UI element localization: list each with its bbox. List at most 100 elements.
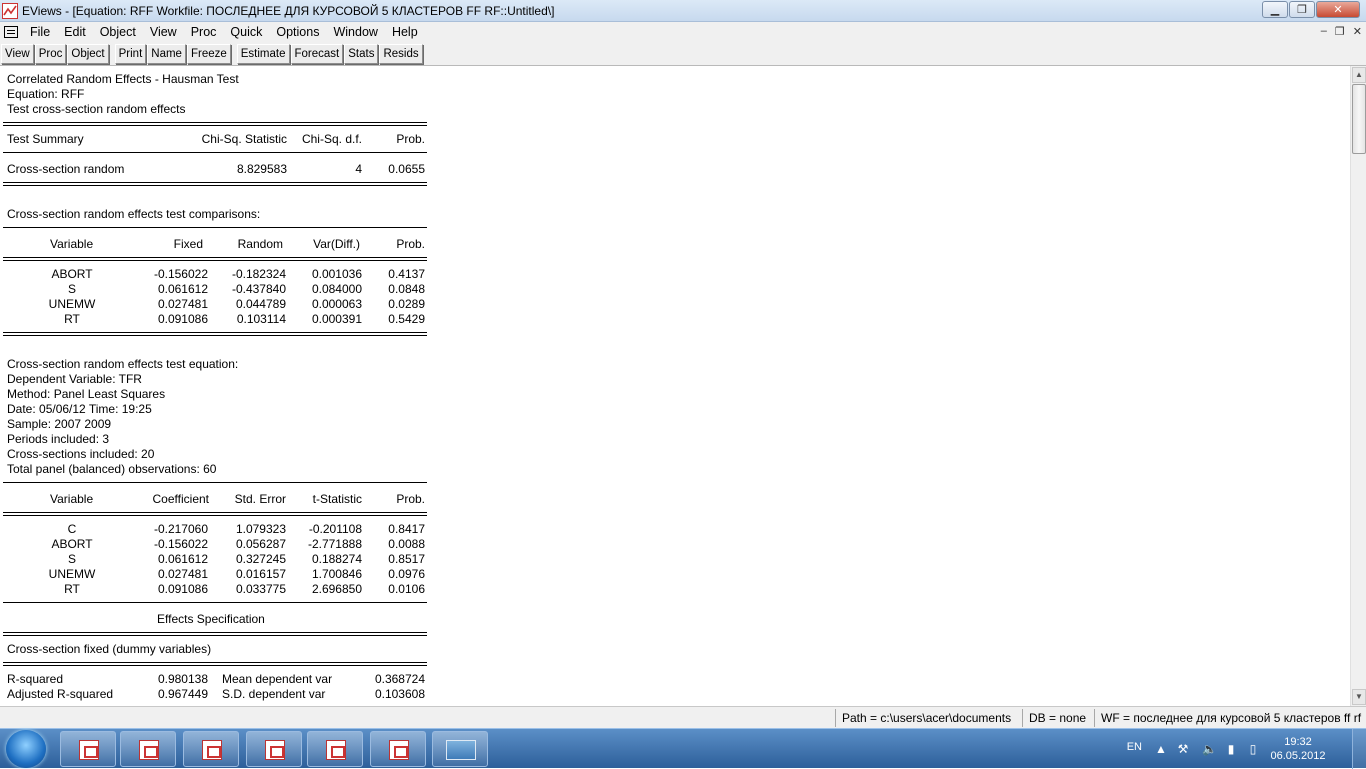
scroll-thumb[interactable]	[1352, 84, 1366, 154]
windows-taskbar: EN ▲ ⚒ 🔈 ▮ ▯ 19:32 06.05.2012	[0, 728, 1366, 769]
table-rule	[3, 227, 427, 228]
vertical-scrollbar[interactable]: ▲ ▼	[1350, 66, 1366, 706]
coefficients-row: C -0.217060 1.079323 -0.201108 0.8417	[67, 522, 425, 536]
menu-help[interactable]: Help	[386, 25, 426, 39]
table-rule	[3, 632, 427, 636]
status-workfile: WF = последнее для курсовой 5 кластеров …	[1094, 709, 1361, 727]
forecast-button[interactable]: Forecast	[290, 43, 344, 64]
print-button[interactable]: Print	[114, 43, 147, 64]
resids-button[interactable]: Resids	[379, 43, 423, 64]
comparisons-row: RT 0.091086 0.103114 0.000391 0.5429	[64, 312, 425, 326]
eviews-icon	[139, 740, 159, 760]
language-indicator[interactable]: EN	[1127, 741, 1142, 753]
menu-options[interactable]: Options	[270, 25, 327, 39]
volume-icon[interactable]: 🔈	[1202, 742, 1217, 756]
equation-info-line: Dependent Variable: TFR	[7, 372, 142, 386]
freeze-button[interactable]: Freeze	[186, 43, 231, 64]
network-tools-icon[interactable]: ⚒	[1176, 742, 1190, 756]
restore-icon: ❐	[1297, 4, 1307, 16]
stats-row: R-squared 0.980138 Mean dependent var 0.…	[7, 672, 425, 686]
status-bar: Path = c:\users\acer\documents DB = none…	[0, 706, 1366, 728]
stats-button[interactable]: Stats	[344, 43, 379, 64]
coefficients-header-row: Variable Coefficient Std. Error t-Statis…	[50, 492, 425, 506]
menu-edit[interactable]: Edit	[58, 25, 94, 39]
taskbar-eviews-window[interactable]	[307, 731, 363, 767]
output-header-line: Test cross-section random effects	[7, 102, 186, 116]
document-window-controls: – ❐ ✕	[1321, 25, 1362, 38]
document-system-menu-icon[interactable]	[4, 26, 18, 38]
object-button[interactable]: Object	[67, 43, 109, 64]
scroll-down-icon[interactable]: ▼	[1352, 689, 1366, 705]
view-button[interactable]: View	[1, 43, 34, 64]
estimate-button[interactable]: Estimate	[236, 43, 290, 64]
name-button[interactable]: Name	[147, 43, 186, 64]
taskbar-eviews-window[interactable]	[60, 731, 116, 767]
close-button[interactable]: ✕	[1316, 1, 1360, 18]
table-rule	[3, 662, 427, 666]
eviews-icon	[265, 740, 285, 760]
coefficients-row: RT 0.091086 0.033775 2.696850 0.0106	[64, 582, 425, 596]
equation-info-line: Periods included: 3	[7, 432, 110, 446]
menu-view[interactable]: View	[144, 25, 185, 39]
system-tray: EN ▲ ⚒ 🔈 ▮ ▯ 19:32 06.05.2012	[1106, 729, 1366, 769]
eviews-icon	[326, 740, 346, 760]
proc-button[interactable]: Proc	[34, 43, 67, 64]
menu-window[interactable]: Window	[327, 25, 385, 39]
equation-info-line: Method: Panel Least Squares	[7, 387, 166, 401]
comparisons-row: S 0.061612 -0.437840 0.084000 0.0848	[67, 282, 425, 296]
eviews-icon	[79, 740, 99, 760]
output-header-line: Correlated Random Effects - Hausman Test	[7, 72, 239, 86]
coefficients-row: S 0.061612 0.327245 0.188274 0.8517	[67, 552, 425, 566]
menu-object[interactable]: Object	[94, 25, 144, 39]
menu-file[interactable]: File	[24, 25, 58, 39]
equation-info-line: Total panel (balanced) observations: 60	[7, 462, 217, 476]
doc-close-icon[interactable]: ✕	[1353, 25, 1362, 38]
doc-restore-icon[interactable]: ❐	[1335, 25, 1345, 38]
taskbar-eviews-window[interactable]	[183, 731, 239, 767]
window-controls: ▁ ❐ ✕	[1261, 1, 1360, 19]
taskbar-eviews-window[interactable]	[120, 731, 176, 767]
start-button[interactable]	[6, 730, 46, 768]
table-rule	[3, 257, 427, 261]
output-header-line: Equation: RFF	[7, 87, 85, 101]
power-icon[interactable]: ▯	[1246, 742, 1260, 756]
eviews-icon	[202, 740, 222, 760]
status-path: Path = c:\users\acer\documents	[835, 709, 1011, 727]
table-rule	[3, 482, 427, 483]
doc-minimize-icon[interactable]: –	[1321, 25, 1327, 38]
table-rule	[3, 182, 427, 186]
table-rule	[3, 602, 427, 603]
equation-output-view[interactable]: Correlated Random Effects - Hausman Test…	[0, 66, 1350, 706]
status-db: DB = none	[1022, 709, 1086, 727]
equation-info-line: Date: 05/06/12 Time: 19:25	[7, 402, 152, 416]
clock[interactable]: 19:32 06.05.2012	[1268, 735, 1328, 763]
window-titlebar[interactable]: EViews - [Equation: RFF Workfile: ПОСЛЕД…	[0, 0, 1366, 22]
comparisons-row: ABORT -0.156022 -0.182324 0.001036 0.413…	[51, 267, 425, 281]
table-rule	[3, 122, 427, 126]
eviews-app-icon[interactable]	[2, 3, 18, 19]
equation-info-line: Cross-section random effects test equati…	[7, 357, 239, 371]
coefficients-row: UNEMW 0.027481 0.016157 1.700846 0.0976	[48, 567, 425, 581]
eviews-icon	[389, 740, 409, 760]
taskbar-eviews-window[interactable]	[370, 731, 426, 767]
comparisons-title: Cross-section random effects test compar…	[7, 207, 261, 221]
effects-specification-row: Cross-section fixed (dummy variables)	[7, 642, 212, 656]
window-title: EViews - [Equation: RFF Workfile: ПОСЛЕД…	[22, 4, 555, 18]
scroll-up-icon[interactable]: ▲	[1352, 67, 1366, 83]
stats-row: Adjusted R-squared 0.967449 S.D. depende…	[7, 687, 425, 701]
signal-strength-icon[interactable]: ▮	[1224, 742, 1238, 756]
clock-time: 19:32	[1284, 736, 1312, 748]
menu-quick[interactable]: Quick	[224, 25, 270, 39]
menu-proc[interactable]: Proc	[185, 25, 225, 39]
object-toolbar: View Proc Object Print Name Freeze Estim…	[0, 42, 1366, 66]
show-desktop-button[interactable]	[1352, 729, 1366, 769]
coefficients-row: ABORT -0.156022 0.056287 -2.771888 0.008…	[51, 537, 425, 551]
clock-date: 06.05.2012	[1270, 750, 1326, 762]
show-hidden-icons-icon[interactable]: ▲	[1154, 742, 1168, 756]
minimize-button[interactable]: ▁	[1262, 1, 1288, 18]
taskbar-photo-viewer[interactable]	[432, 731, 488, 767]
taskbar-eviews-window[interactable]	[246, 731, 302, 767]
close-icon: ✕	[1333, 4, 1343, 16]
maximize-button[interactable]: ❐	[1289, 1, 1315, 18]
summary-data-row: Cross-section random 8.829583 4 0.0655	[7, 162, 425, 176]
